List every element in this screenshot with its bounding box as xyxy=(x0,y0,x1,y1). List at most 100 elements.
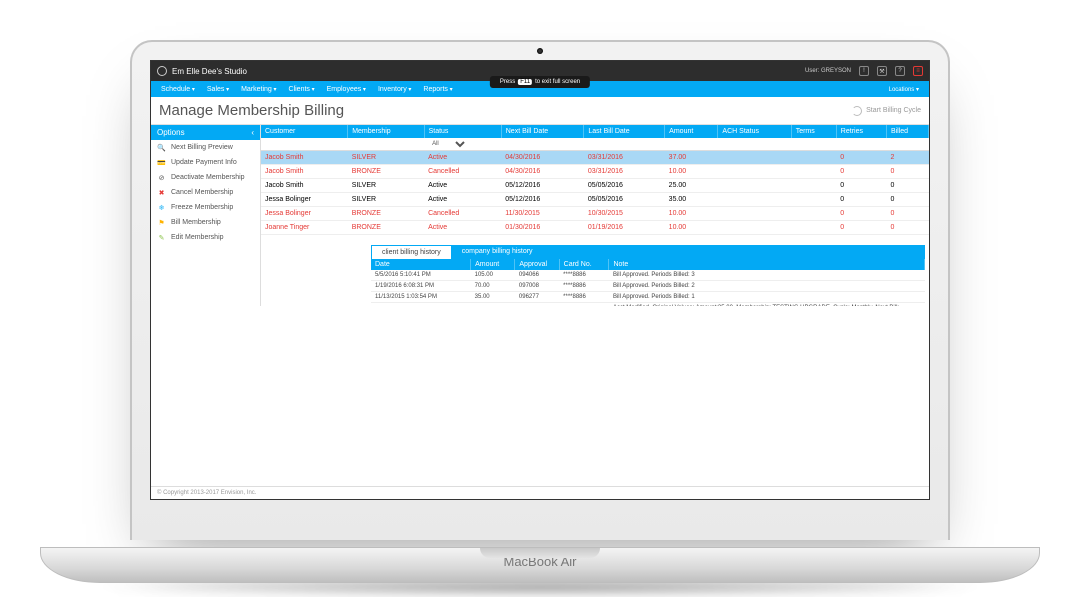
cell: Cancelled xyxy=(424,165,501,179)
table-row[interactable]: Jacob SmithBRONZECancelled04/30/201603/3… xyxy=(261,165,929,179)
search-icon: 🔍 xyxy=(157,143,166,152)
sidebar-item-cancel-membership[interactable]: ✖ Cancel Membership xyxy=(151,185,260,200)
grid-col-membership[interactable]: Membership xyxy=(348,125,424,138)
tab-company-history[interactable]: company billing history xyxy=(452,245,543,259)
cell: Bill Approved. Periods Billed: 2 xyxy=(609,281,925,292)
menu-reports[interactable]: Reports xyxy=(419,86,456,93)
history-row[interactable]: 1/19/2016 6:08:31 PM70.00097008****8886B… xyxy=(371,281,925,292)
chevron-left-icon[interactable]: ‹ xyxy=(251,128,254,137)
cell: 11/13/2015 1:03:54 PM xyxy=(371,292,471,303)
x-icon: ✖ xyxy=(157,188,166,197)
tools-icon[interactable]: ⚒ xyxy=(877,66,887,76)
hist-col-card-no-[interactable]: Card No. xyxy=(559,259,609,270)
history-row[interactable]: 11/13/2015 1:03:54 PM35.00096277****8886… xyxy=(371,292,925,303)
sidebar: Options ‹ 🔍 Next Billing Preview 💳Update P… xyxy=(151,125,261,306)
cell: Active xyxy=(424,193,501,207)
cell xyxy=(718,221,791,235)
grid-col-retries[interactable]: Retries xyxy=(836,125,886,138)
cell: SILVER xyxy=(348,151,424,165)
hist-col-amount[interactable]: Amount xyxy=(471,259,515,270)
cell: 35.00 xyxy=(471,292,515,303)
grid-col-billed[interactable]: Billed xyxy=(886,125,928,138)
menu-inventory[interactable]: Inventory xyxy=(374,86,415,93)
cell: 0 xyxy=(886,179,928,193)
cell xyxy=(791,179,836,193)
sidebar-item-edit-membership[interactable]: ✎Edit Membership xyxy=(151,230,260,245)
cell: 37.00 xyxy=(665,151,718,165)
history-tabs: client billing history company billing h… xyxy=(371,245,925,259)
grid-col-last-bill-date[interactable]: Last Bill Date xyxy=(584,125,665,138)
cell: BRONZE xyxy=(348,207,424,221)
grid-col-terms[interactable]: Terms xyxy=(791,125,836,138)
sidebar-item-freeze-membership[interactable]: ❄Freeze Membership xyxy=(151,200,260,215)
cell: Bill Approved. Periods Billed: 1 xyxy=(609,292,925,303)
camera-dot xyxy=(537,48,543,54)
cell: 05/05/2016 xyxy=(584,193,665,207)
cell: 04/30/2016 xyxy=(501,151,584,165)
cell: 0 xyxy=(886,165,928,179)
menu-sales[interactable]: Sales xyxy=(203,86,233,93)
sidebar-item-label: Edit Membership xyxy=(171,234,224,241)
page-title: Manage Membership Billing xyxy=(159,102,344,119)
hist-col-date[interactable]: Date xyxy=(371,259,471,270)
grid-col-ach-status[interactable]: ACH Status xyxy=(718,125,791,138)
laptop-notch xyxy=(480,548,600,558)
cell: 0 xyxy=(836,179,886,193)
menu-schedule[interactable]: Schedule xyxy=(157,86,199,93)
cell: 70.00 xyxy=(471,281,515,292)
cell xyxy=(718,193,791,207)
cell: 2 xyxy=(886,151,928,165)
table-row[interactable]: Jacob SmithSILVERActive04/30/201603/31/2… xyxy=(261,151,929,165)
menu-marketing[interactable]: Marketing xyxy=(237,86,280,93)
screen: Em Elle Dee's Studio User: GREYSON ! ⚒ ?… xyxy=(150,60,930,500)
cell: 0 xyxy=(836,207,886,221)
cell: ****8886 xyxy=(559,292,609,303)
fs-post: to exit full screen xyxy=(535,79,580,85)
bill-icon: ⚑ xyxy=(157,218,166,227)
status-filter[interactable]: All xyxy=(428,140,468,148)
cell: SILVER xyxy=(348,193,424,207)
cell: 10/30/2015 xyxy=(584,207,665,221)
studio-name: Em Elle Dee's Studio xyxy=(172,67,247,76)
sidebar-header: Options ‹ xyxy=(151,125,260,140)
history-table: DateAmountApprovalCard No.Note 5/5/2016 … xyxy=(371,259,925,306)
hist-col-note[interactable]: Note xyxy=(609,259,925,270)
cell xyxy=(718,179,791,193)
grid-col-status[interactable]: Status xyxy=(424,125,501,138)
sidebar-item-deactivate-membership[interactable]: ⊘Deactivate Membership xyxy=(151,170,260,185)
help-icon[interactable]: ? xyxy=(895,66,905,76)
menu-icon[interactable]: ≡ xyxy=(913,66,923,76)
menu-employees[interactable]: Employees xyxy=(323,86,370,93)
sidebar-item-bill-membership[interactable]: ⚑Bill Membership xyxy=(151,215,260,230)
tab-client-history[interactable]: client billing history xyxy=(371,245,452,259)
cell: 10.00 xyxy=(665,207,718,221)
start-billing-cycle-button[interactable]: Start Billing Cycle xyxy=(852,106,921,116)
menu-clients[interactable]: Clients xyxy=(285,86,319,93)
cell: 096277 xyxy=(515,292,559,303)
hist-col-approval[interactable]: Approval xyxy=(515,259,559,270)
sidebar-item-label: Cancel Membership xyxy=(171,189,233,196)
table-row[interactable]: Jessa BolingerSILVERActive05/12/201605/0… xyxy=(261,193,929,207)
history-panel: client billing history company billing h… xyxy=(371,245,925,306)
cell: 03/31/2016 xyxy=(584,165,665,179)
grid-col-customer[interactable]: Customer xyxy=(261,125,348,138)
grid-col-amount[interactable]: Amount xyxy=(665,125,718,138)
laptop-frame: Em Elle Dee's Studio User: GREYSON ! ⚒ ?… xyxy=(130,40,950,540)
sidebar-item-update-payment-info[interactable]: 💳Update Payment Info xyxy=(151,155,260,170)
alert-icon[interactable]: ! xyxy=(859,66,869,76)
cell: Jessa Bolinger xyxy=(261,207,348,221)
cell: 35.00 xyxy=(665,193,718,207)
table-row[interactable]: Jessa BolingerBRONZECancelled11/30/20151… xyxy=(261,207,929,221)
sidebar-item-label: Next Billing Preview xyxy=(171,144,233,151)
table-row[interactable]: Joanne TingerBRONZEActive01/30/201601/19… xyxy=(261,221,929,235)
menu-locations[interactable]: Locations xyxy=(885,86,923,93)
cell: Active xyxy=(424,179,501,193)
history-row[interactable]: 5/5/2016 5:10:41 PM105.00094066****8886B… xyxy=(371,270,925,281)
table-row[interactable]: Jacob SmithSILVERActive05/12/201605/05/2… xyxy=(261,179,929,193)
sidebar-item-next-billing-preview[interactable]: 🔍 Next Billing Preview xyxy=(151,140,260,155)
cell xyxy=(718,151,791,165)
grid-col-next-bill-date[interactable]: Next Bill Date xyxy=(501,125,584,138)
membership-grid: CustomerMembershipStatusNext Bill DateLa… xyxy=(261,125,929,235)
cell xyxy=(791,165,836,179)
cell: 10.00 xyxy=(665,165,718,179)
